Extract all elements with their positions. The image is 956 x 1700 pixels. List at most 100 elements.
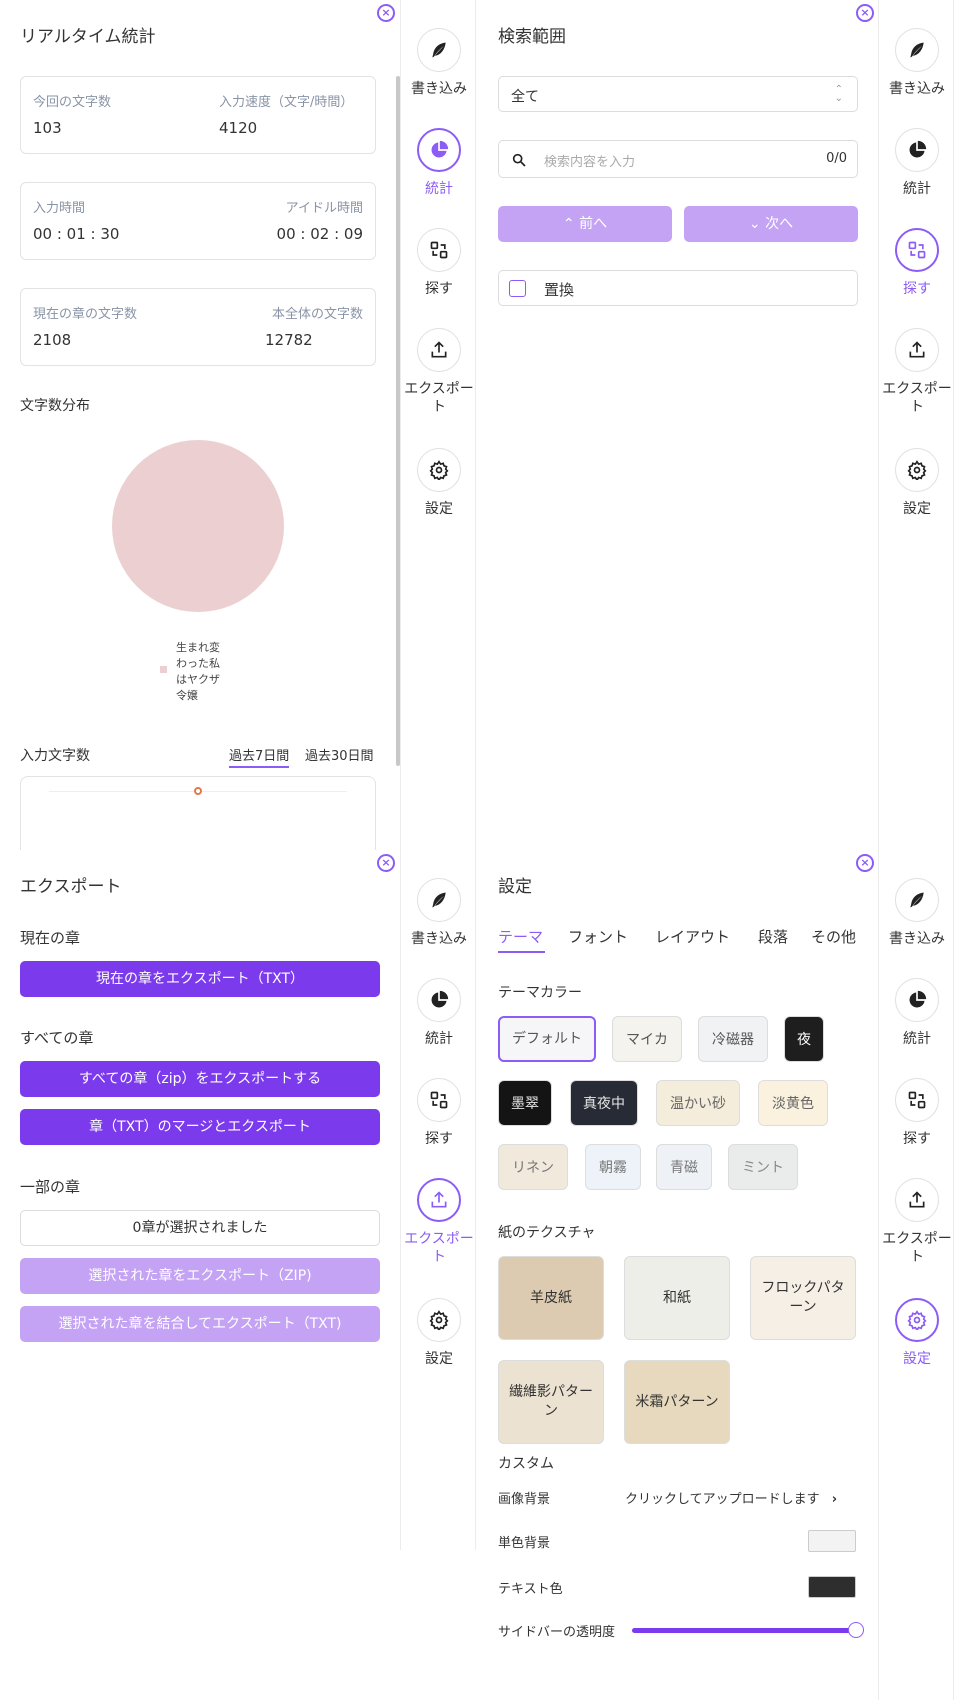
sidebar-item-settings[interactable]: 設定 xyxy=(879,1298,955,1368)
pie-chart-icon xyxy=(895,128,939,172)
tab-other[interactable]: その他 xyxy=(811,926,856,947)
feather-icon xyxy=(417,28,461,72)
next-button[interactable]: ⌄ 次へ xyxy=(684,206,858,242)
gear-icon xyxy=(895,1298,939,1342)
legend-line: はヤクザ xyxy=(176,673,220,686)
tab-7days[interactable]: 過去7日間 xyxy=(229,745,290,768)
legend-swatch xyxy=(160,666,167,673)
solid-bg-swatch[interactable] xyxy=(808,1530,856,1552)
sidebar-item-write[interactable]: 書き込み xyxy=(401,878,477,948)
upload-icon xyxy=(417,328,461,372)
sidebar-item-search[interactable]: 探す xyxy=(401,228,477,298)
sidebar-search: 書き込み 統計 探す エクスポート 設定 xyxy=(878,0,954,850)
idle-time-label: アイドル時間 xyxy=(285,201,363,216)
merge-export-txt-button[interactable]: 章（TXT）のマージとエクスポート xyxy=(20,1109,380,1145)
idle-time-value: 00 : 02 : 09 xyxy=(276,225,363,243)
sidebar-item-export[interactable]: エクスポート xyxy=(879,1178,955,1266)
export-all-zip-button[interactable]: すべての章（zip）をエクスポートする xyxy=(20,1061,380,1097)
stats-panel: リアルタイム統計 今回の文字数 103 入力速度（文字/時間） 4120 入力時… xyxy=(0,0,400,850)
sidebar-label-search: 探す xyxy=(903,281,931,297)
sidebar-opacity-slider[interactable] xyxy=(632,1622,864,1638)
tab-layout[interactable]: レイアウト xyxy=(655,926,730,947)
sidebar-item-settings[interactable]: 設定 xyxy=(879,448,955,518)
theme-night[interactable]: 夜 xyxy=(784,1016,824,1062)
sidebar-item-settings[interactable]: 設定 xyxy=(401,1298,477,1368)
distribution-pie xyxy=(112,440,284,612)
sidebar-item-stats[interactable]: 統計 xyxy=(401,978,477,1048)
chapter-selector[interactable]: 0章が選択されました xyxy=(20,1210,380,1246)
sidebar-item-export[interactable]: エクスポート xyxy=(879,328,955,416)
theme-linen[interactable]: リネン xyxy=(498,1144,568,1190)
export-title: エクスポート xyxy=(20,877,122,897)
theme-morning-mist[interactable]: 朝霧 xyxy=(585,1144,641,1190)
sidebar-item-write[interactable]: 書き込み xyxy=(879,878,955,948)
sidebar-item-search[interactable]: 探す xyxy=(879,228,955,298)
sidebar-item-stats[interactable]: 統計 xyxy=(879,128,955,198)
replace-checkbox[interactable] xyxy=(509,280,526,297)
sidebar-item-write[interactable]: 書き込み xyxy=(879,28,955,98)
sidebar-item-write[interactable]: 書き込み xyxy=(401,28,477,98)
chapter-chars-label: 現在の章の文字数 xyxy=(33,307,138,322)
find-replace-icon xyxy=(895,1078,939,1122)
sidebar-item-search[interactable]: 探す xyxy=(401,1078,477,1148)
current-chars-value: 103 xyxy=(33,119,62,137)
slider-fill xyxy=(632,1628,858,1633)
tab-font[interactable]: フォント xyxy=(568,926,628,947)
sidebar-opacity-label: サイドバーの透明度 xyxy=(498,1625,616,1640)
merge-selected-txt-button[interactable]: 選択された章を結合してエクスポート（TXT) xyxy=(20,1306,380,1342)
upload-icon xyxy=(417,1178,461,1222)
gear-icon xyxy=(417,1298,461,1342)
theme-celadon[interactable]: 青磁 xyxy=(656,1144,712,1190)
replace-row[interactable]: 置換 xyxy=(498,270,858,306)
slider-handle[interactable] xyxy=(848,1622,864,1638)
sidebar-item-search[interactable]: 探す xyxy=(879,1078,955,1148)
texture-washi[interactable]: 和紙 xyxy=(624,1256,730,1340)
theme-pale-yellow[interactable]: 淡黄色 xyxy=(758,1080,828,1126)
export-current-txt-button[interactable]: 現在の章をエクスポート（TXT） xyxy=(20,961,380,997)
theme-inkjade[interactable]: 墨翠 xyxy=(498,1080,552,1126)
theme-warm-sand[interactable]: 温かい砂 xyxy=(656,1080,740,1126)
image-bg-upload[interactable]: クリックしてアップロードします › xyxy=(625,1488,837,1507)
partial-heading: 一部の章 xyxy=(20,1178,81,1196)
tab-theme[interactable]: テーマ xyxy=(498,926,546,953)
theme-midnight[interactable]: 真夜中 xyxy=(570,1080,638,1126)
input-chars-chart xyxy=(20,776,376,850)
feather-icon xyxy=(895,28,939,72)
current-chars-card: 今回の文字数 103 入力速度（文字/時間） 4120 xyxy=(20,76,376,154)
sidebar-item-stats[interactable]: 統計 xyxy=(401,128,477,198)
export-panel: エクスポート 現在の章 現在の章をエクスポート（TXT） すべての章 すべての章… xyxy=(0,850,400,1700)
theme-cold-porcelain[interactable]: 冷磁器 xyxy=(698,1016,768,1062)
sidebar-item-settings[interactable]: 設定 xyxy=(401,448,477,518)
chapter-chars-value: 2108 xyxy=(33,331,72,349)
sidebar-label-write: 書き込み xyxy=(411,81,467,97)
solid-bg-label: 単色背景 xyxy=(498,1536,551,1551)
settings-title: 設定 xyxy=(498,877,532,897)
pie-chart-icon xyxy=(417,978,461,1022)
scope-select[interactable]: 全て ⌃ ⌄ xyxy=(498,76,858,112)
close-icon[interactable]: × xyxy=(377,854,395,872)
texture-rice-frost[interactable]: 米霜パターン xyxy=(624,1360,730,1444)
text-color-swatch[interactable] xyxy=(808,1576,856,1598)
close-icon[interactable]: × xyxy=(856,854,874,872)
close-icon[interactable]: × xyxy=(856,4,874,22)
theme-mica[interactable]: マイカ xyxy=(612,1016,682,1062)
text-color-label: テキスト色 xyxy=(498,1582,563,1597)
prev-button[interactable]: ⌃ 前へ xyxy=(498,206,672,242)
sidebar-item-export[interactable]: エクスポート xyxy=(401,1178,477,1266)
tab-30days[interactable]: 過去30日間 xyxy=(305,745,374,764)
sidebar-label-write: 書き込み xyxy=(889,81,945,97)
sidebar-item-export[interactable]: エクスポート xyxy=(401,328,477,416)
theme-mint[interactable]: ミント xyxy=(728,1144,798,1190)
sidebar-item-stats[interactable]: 統計 xyxy=(879,978,955,1048)
texture-fiber-shadow[interactable]: 繊維影パターン xyxy=(498,1360,604,1444)
search-field[interactable]: 検索内容を入力 0/0 xyxy=(498,140,858,178)
tab-paragraph[interactable]: 段落 xyxy=(758,926,788,947)
gear-icon xyxy=(417,448,461,492)
texture-parchment[interactable]: 羊皮紙 xyxy=(498,1256,604,1340)
close-icon[interactable]: × xyxy=(377,4,395,22)
theme-default[interactable]: デフォルト xyxy=(498,1016,596,1062)
texture-flock[interactable]: フロックパターン xyxy=(750,1256,856,1340)
upload-icon xyxy=(895,328,939,372)
export-selected-zip-button[interactable]: 選択された章をエクスポート（ZIP) xyxy=(20,1258,380,1294)
sidebar-stats: 書き込み 統計 探す エクスポート 設定 xyxy=(400,0,476,850)
